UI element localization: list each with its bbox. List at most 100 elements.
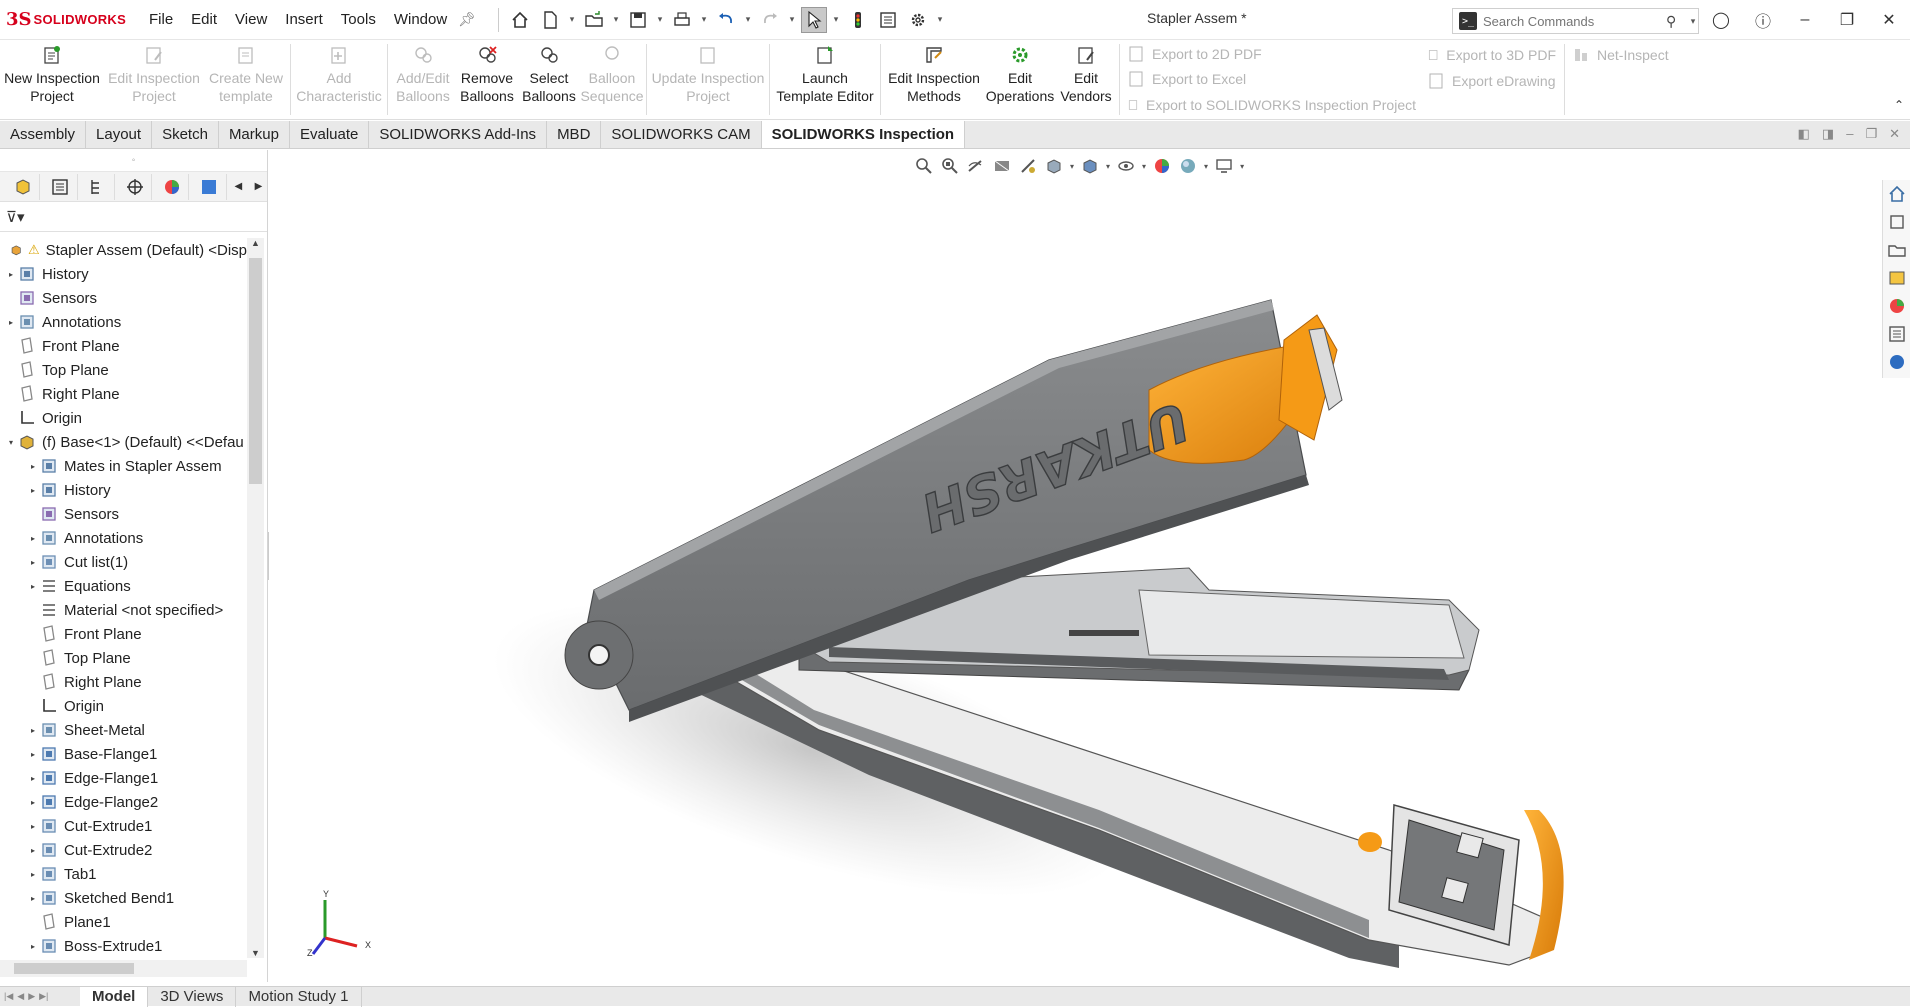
expand-arrow-icon[interactable]: ▸: [26, 462, 40, 471]
expand-arrow-icon[interactable]: ▸: [26, 534, 40, 543]
tab-assembly[interactable]: Assembly: [0, 121, 87, 148]
tab-mbd[interactable]: MBD: [547, 121, 602, 148]
expand-arrow-icon[interactable]: ▸: [26, 774, 40, 783]
inspection-tab-icon[interactable]: [192, 173, 227, 200]
scroll-down-icon[interactable]: ▼: [247, 948, 264, 958]
tab-3d-views[interactable]: 3D Views: [148, 986, 237, 1007]
menu-file[interactable]: File: [140, 11, 182, 28]
menu-tools[interactable]: Tools: [332, 11, 385, 28]
tree-node[interactable]: ▸ Edge-Flange1: [0, 766, 247, 790]
tree-node[interactable]: ▸ Base-Flange1: [0, 742, 247, 766]
menu-edit[interactable]: Edit: [182, 11, 226, 28]
edit-vendors-button[interactable]: Edit Vendors: [1055, 40, 1117, 119]
scroll-thumb[interactable]: [14, 963, 134, 974]
tree-node[interactable]: Sensors: [0, 502, 247, 526]
tree-node[interactable]: ⚠ Stapler Assem (Default) <Disp: [0, 238, 247, 262]
tree-node[interactable]: Origin: [0, 694, 247, 718]
minimize-button[interactable]: –: [1784, 11, 1826, 29]
pin-icon[interactable]: 📌︎: [458, 11, 476, 28]
gear-icon[interactable]: [905, 7, 931, 33]
chevron-down-icon[interactable]: ▾: [1688, 16, 1698, 27]
property-manager-tab-icon[interactable]: [43, 173, 78, 200]
doc-restore-button[interactable]: ❐: [1865, 126, 1877, 142]
expand-arrow-icon[interactable]: ▸: [26, 870, 40, 879]
tree-node[interactable]: ▸ Cut-Extrude1: [0, 814, 247, 838]
chevron-down-icon[interactable]: ▾: [611, 14, 621, 25]
stapler-model[interactable]: UTKARSH: [269, 150, 1910, 982]
export-edrawing-button[interactable]: Export eDrawing: [1428, 70, 1556, 91]
tab-motion-study[interactable]: Motion Study 1: [236, 986, 362, 1007]
expand-arrow-icon[interactable]: ▸: [26, 822, 40, 831]
chevron-down-icon[interactable]: ▾: [655, 14, 665, 25]
tree-node[interactable]: Right Plane: [0, 670, 247, 694]
tree-node[interactable]: Right Plane: [0, 382, 247, 406]
export-excel-button[interactable]: Export to Excel: [1128, 69, 1416, 89]
tree-node[interactable]: ▸ Equations: [0, 574, 247, 598]
tree-node[interactable]: ▸ Annotations: [0, 526, 247, 550]
tile-left-icon[interactable]: ◧: [1798, 126, 1810, 142]
tree-node[interactable]: ▾ (f) Base<1> (Default) <<Defau: [0, 430, 247, 454]
tree-node[interactable]: Top Plane: [0, 646, 247, 670]
tree-node[interactable]: ▸ History: [0, 262, 247, 286]
scroll-up-icon[interactable]: ▲: [247, 238, 264, 248]
chevron-down-icon[interactable]: ▾: [743, 14, 753, 25]
help-icon[interactable]: ⓘ: [1742, 8, 1784, 32]
new-document-icon[interactable]: [537, 7, 563, 33]
tree-node[interactable]: Front Plane: [0, 622, 247, 646]
menu-view[interactable]: View: [226, 11, 276, 28]
collapse-arrow-icon[interactable]: ▾: [4, 438, 18, 447]
tree-vertical-scrollbar[interactable]: ▲ ▼: [247, 238, 264, 958]
export-inspection-project-button[interactable]: Export to SOLIDWORKS Inspection Project: [1128, 95, 1416, 115]
tab-addins[interactable]: SOLIDWORKS Add-Ins: [369, 121, 548, 148]
doc-minimize-button[interactable]: –: [1846, 126, 1853, 142]
graphics-area[interactable]: ▾ ▾ ▾ ▾ ▾ UTKARSH Y X Z: [269, 150, 1910, 982]
tree-node[interactable]: ▸ Annotations: [0, 310, 247, 334]
chevron-down-icon[interactable]: ▾: [831, 14, 841, 25]
tile-right-icon[interactable]: ◨: [1822, 126, 1834, 142]
expand-arrow-icon[interactable]: ▸: [26, 582, 40, 591]
tab-inspection[interactable]: SOLIDWORKS Inspection: [761, 121, 966, 148]
dimxpert-tab-icon[interactable]: [118, 173, 153, 200]
configuration-manager-tab-icon[interactable]: [81, 173, 115, 200]
tree-node[interactable]: ▸ Cut-Extrude2: [0, 838, 247, 862]
select-balloons-button[interactable]: Select Balloons: [518, 40, 580, 119]
search-input[interactable]: [1483, 13, 1666, 29]
chevron-down-icon[interactable]: ▾: [787, 14, 797, 25]
file-explorer-icon[interactable]: [1887, 240, 1907, 262]
expand-arrow-icon[interactable]: ▸: [26, 486, 40, 495]
edit-operations-button[interactable]: Edit Operations: [985, 40, 1055, 119]
doc-close-button[interactable]: ✕: [1889, 126, 1900, 142]
tree-node[interactable]: Material <not specified>: [0, 598, 247, 622]
expand-arrow-icon[interactable]: ▸: [26, 846, 40, 855]
launch-template-editor-button[interactable]: Launch Template Editor: [772, 40, 878, 119]
export-2d-pdf-button[interactable]: Export to 2D PDF: [1128, 44, 1416, 64]
feature-manager-tab-icon[interactable]: [6, 173, 41, 200]
tab-model[interactable]: Model: [80, 986, 149, 1007]
expand-arrow-icon[interactable]: ▸: [26, 726, 40, 735]
chevron-down-icon[interactable]: ▾: [935, 14, 945, 25]
resources-home-icon[interactable]: [1887, 184, 1907, 206]
prev-tab-icon[interactable]: ◀: [17, 991, 24, 1002]
view-palette-icon[interactable]: [1887, 268, 1907, 290]
chevron-down-icon[interactable]: ▾: [567, 14, 577, 25]
edit-inspection-methods-button[interactable]: Edit Inspection Methods: [883, 40, 985, 119]
scroll-thumb[interactable]: [249, 258, 262, 484]
solidworks-forum-icon[interactable]: [1887, 352, 1907, 374]
panel-grip[interactable]: ◦: [0, 150, 267, 172]
tree-node[interactable]: ▸ History: [0, 478, 247, 502]
restore-button[interactable]: ❐: [1826, 10, 1868, 30]
tree-node[interactable]: ▸ Mates in Stapler Assem: [0, 454, 247, 478]
chevron-down-icon[interactable]: ▾: [699, 14, 709, 25]
appearances-icon[interactable]: [1887, 296, 1907, 318]
scroll-right-icon[interactable]: ▶: [250, 181, 267, 192]
tree-horizontal-scrollbar[interactable]: [0, 960, 247, 977]
expand-arrow-icon[interactable]: ▸: [26, 798, 40, 807]
undo-icon[interactable]: [713, 7, 739, 33]
update-inspection-project-button[interactable]: Update Inspection Project: [649, 40, 767, 119]
menu-window[interactable]: Window: [385, 11, 456, 28]
next-tab-icon[interactable]: ▶: [28, 991, 35, 1002]
tab-layout[interactable]: Layout: [86, 121, 153, 148]
tree-node[interactable]: Origin: [0, 406, 247, 430]
print-icon[interactable]: [669, 7, 695, 33]
edit-inspection-project-button[interactable]: Edit Inspection Project: [104, 40, 204, 119]
